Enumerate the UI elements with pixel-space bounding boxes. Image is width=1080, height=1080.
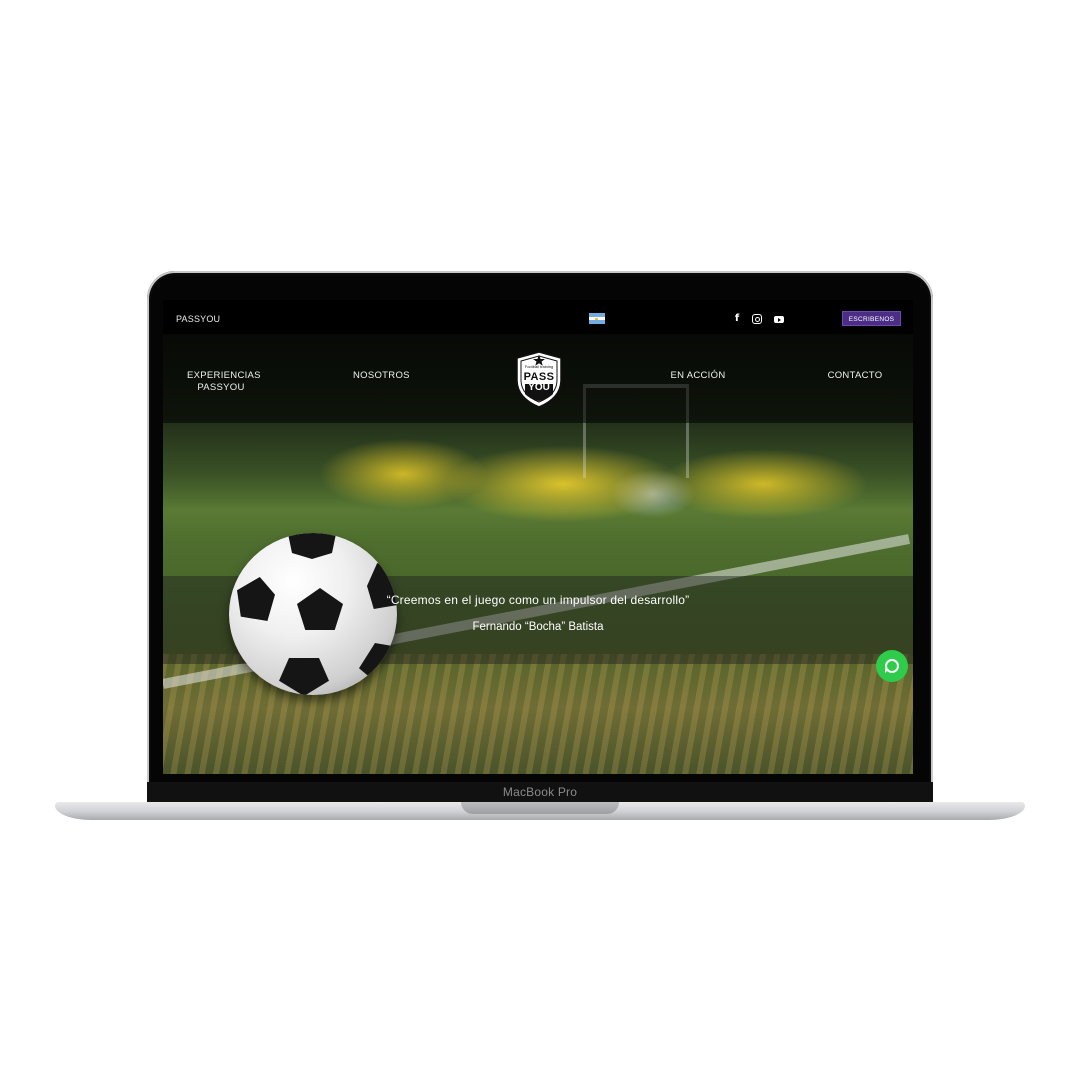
- nav-nosotros[interactable]: NOSOTROS: [353, 370, 409, 382]
- hero-quote: “Creemos en el juego como un impulsor de…: [386, 593, 690, 607]
- youtube-icon[interactable]: [774, 316, 784, 323]
- hero-section: EXPERIENCIAS PASSYOU NOSOTROS Football t…: [163, 334, 913, 774]
- hero-quote-author: Fernando “Bocha” Batista: [472, 621, 604, 633]
- device-label: MacBook Pro: [502, 785, 578, 799]
- argentina-flag-icon[interactable]: [589, 313, 605, 324]
- nav-experiencias[interactable]: EXPERIENCIAS PASSYOU: [187, 370, 261, 394]
- nav-contacto[interactable]: CONTACTO: [827, 370, 883, 382]
- logo-text-you: YOU: [528, 382, 550, 393]
- nav-en-accion[interactable]: EN ACCIÓN: [668, 370, 728, 382]
- logo-tagline: Football training: [524, 364, 554, 369]
- soccer-ball-image: [229, 533, 397, 695]
- whatsapp-icon[interactable]: [876, 650, 908, 682]
- website-screen: PASSYOU f ESCRIBENOS EXPERIENCIAS PASSYO…: [163, 300, 913, 774]
- brand-name[interactable]: PASSYOU: [176, 314, 220, 324]
- main-nav: EXPERIENCIAS PASSYOU NOSOTROS Football t…: [163, 334, 913, 423]
- top-bar: PASSYOU f ESCRIBENOS: [163, 300, 913, 334]
- instagram-icon[interactable]: [752, 314, 762, 324]
- escribenos-button[interactable]: ESCRIBENOS: [842, 311, 901, 326]
- laptop-notch: [461, 802, 619, 814]
- facebook-icon[interactable]: f: [731, 313, 743, 325]
- passyou-logo[interactable]: Football training PASS YOU: [513, 350, 565, 408]
